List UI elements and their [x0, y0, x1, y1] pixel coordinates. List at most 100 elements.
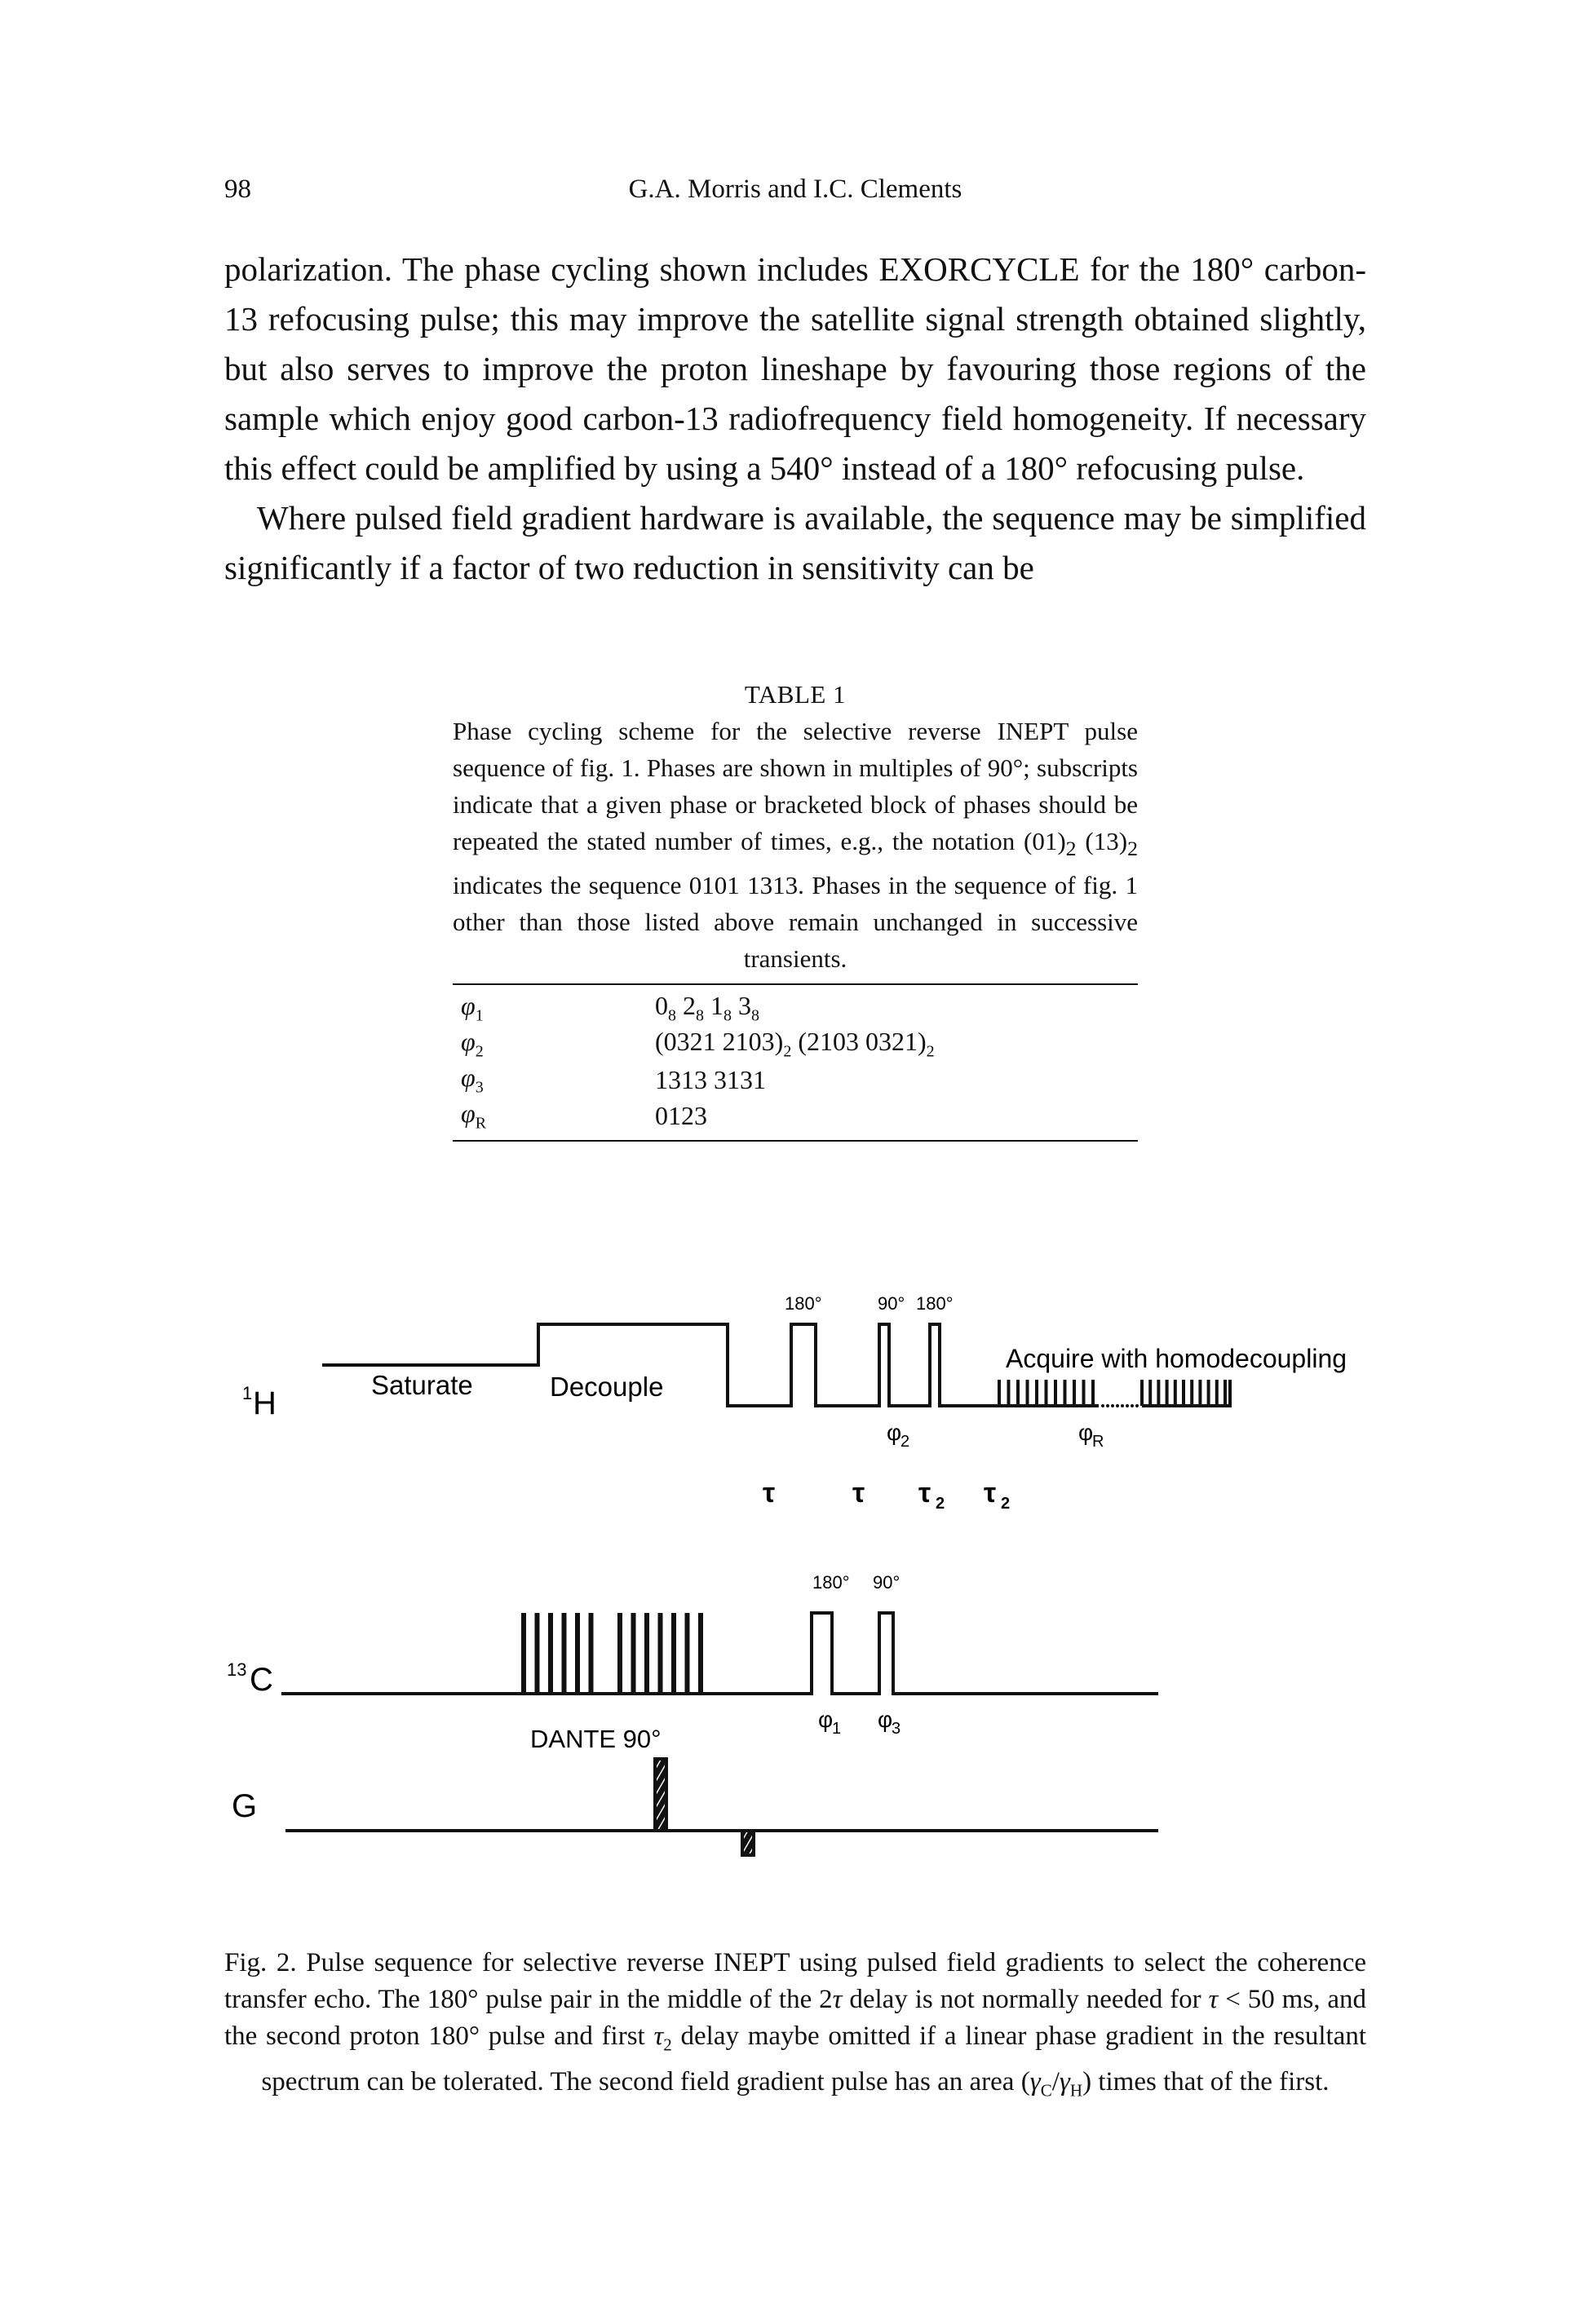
delay-tau-2: τ	[852, 1478, 865, 1509]
phase-values: 08 28 18 38	[655, 990, 935, 1026]
phase-symbol-subscript: 3	[475, 1078, 484, 1097]
phase-symbol-char: φ	[461, 1098, 476, 1128]
phase-table-row: φR 0123	[457, 1098, 935, 1133]
caption-symbol: γ	[1029, 2066, 1041, 2096]
dante-label: DANTE 90°	[530, 1725, 662, 1753]
running-head: 98 G.A. Morris and I.C. Clements	[224, 175, 1366, 215]
gradient-pulse-2	[741, 1829, 755, 1857]
phase-symbol-subscript: 1	[475, 1006, 484, 1025]
phase2-label: φ	[887, 1420, 901, 1445]
phase-value-subscript: 2	[783, 1042, 792, 1061]
delay-tau2-2: τ	[984, 1478, 996, 1509]
gradient-pulse-1	[653, 1757, 668, 1832]
c-pulse-180-label: 180°	[812, 1572, 850, 1593]
gap-dot	[1121, 1404, 1124, 1407]
g-label: G	[232, 1788, 257, 1824]
caption-text: (13)	[1076, 827, 1128, 855]
gap-dot	[1131, 1404, 1134, 1407]
phase-value-text: (2103 0321)	[791, 1026, 927, 1056]
phase-value-subscript: 8	[751, 1006, 759, 1025]
caption-symbol: γ	[1059, 2066, 1070, 2096]
phase-table-row: φ3 1313 3131	[457, 1062, 935, 1098]
table-1: TABLE 1 Phase cycling scheme for the sel…	[453, 677, 1138, 1142]
table-caption: Phase cycling scheme for the selective r…	[453, 713, 1138, 977]
gap-dot	[595, 1692, 599, 1695]
gap-dot	[1126, 1404, 1129, 1407]
dante-pulse-train	[521, 1613, 703, 1694]
phase-table-row: φ2 (0321 2103)2 (2103 0321)2	[457, 1026, 935, 1062]
phase-table-row: φ1 08 28 18 38	[457, 990, 935, 1026]
caption-symbol: τ	[832, 1985, 843, 2014]
phase-symbol-subscript: 2	[475, 1042, 484, 1061]
phase-symbol: φ3	[457, 1062, 655, 1098]
phase-symbol-char: φ	[461, 990, 476, 1020]
acquisition-blips-group-1	[979, 1380, 1099, 1407]
caption-subscript: 2	[1065, 837, 1077, 861]
c-pulse-90-label: 90°	[873, 1572, 900, 1593]
caption-symbol: τ	[653, 2021, 664, 2051]
gap-dot	[610, 1692, 613, 1695]
phase-symbol: φR	[457, 1098, 655, 1133]
phase-value-subscript: 8	[696, 1006, 704, 1025]
phase-value-subscript: 2	[926, 1042, 935, 1061]
c13-waveform	[281, 1611, 1158, 1695]
phase-value-subscript: 8	[668, 1006, 676, 1025]
table-title: TABLE 1	[744, 680, 847, 709]
phaseR-subscript: R	[1092, 1433, 1104, 1451]
h-pulse-180-label: 180°	[785, 1293, 822, 1314]
dotted-gaps	[595, 1404, 1139, 1695]
gap-dot	[605, 1692, 608, 1695]
caption-subscript: C	[1040, 2080, 1052, 2101]
caption-text: ) times that of the first.	[1082, 2066, 1330, 2096]
phase-table: φ1 08 28 18 38 φ2 (0321 2103)2 (2103 0321)2…	[457, 990, 935, 1133]
c13-label: C	[250, 1662, 273, 1698]
caption-text: indicates the sequence 0101 1313. Phases…	[453, 871, 1138, 974]
homodecoupling-blips	[979, 1380, 1232, 1407]
h-pulse-90-label: 90°	[878, 1293, 905, 1314]
saturate-label: Saturate	[371, 1370, 473, 1400]
caption-text: Phase cycling scheme for the selective r…	[453, 717, 1138, 855]
c13-label-superscript: 13	[227, 1659, 246, 1680]
phase-symbol-subscript: R	[475, 1114, 487, 1133]
phase-value-text: (0321 2103)	[655, 1026, 784, 1056]
running-head-authors: G.A. Morris and I.C. Clements	[628, 175, 962, 204]
phase-value-text: 0	[655, 990, 668, 1020]
table-rule-bottom	[453, 1140, 1138, 1142]
gap-dot	[1116, 1404, 1119, 1407]
pulse-sequence-diagram: 1 H 13 C G Saturate Decouple 180° 90° 18…	[220, 1256, 1378, 1912]
caption-subscript: 2	[1127, 837, 1138, 861]
gap-dot	[1101, 1404, 1104, 1407]
pulse-sequence-svg: 1 H 13 C G Saturate Decouple 180° 90° 18…	[227, 1293, 1347, 1857]
gap-dot	[600, 1692, 604, 1695]
phase-value-text: 0123	[655, 1100, 707, 1130]
phase1-label: φ	[818, 1707, 833, 1732]
delay-tau2-1: τ	[918, 1478, 931, 1509]
phase-values: 1313 3131	[655, 1062, 935, 1098]
gap-dot	[1135, 1404, 1139, 1407]
body-paragraph: polarization. The phase cycling shown in…	[224, 250, 1366, 487]
phase-value-text: 1313 3131	[655, 1064, 766, 1094]
phase-value-subscript: 8	[723, 1006, 732, 1025]
figure-caption: Fig. 2. Pulse sequence for selective rev…	[224, 1945, 1366, 2109]
phase3-label: φ	[878, 1707, 892, 1732]
acquire-label: Acquire with homodecoupling	[1006, 1344, 1347, 1373]
caption-text: delay is not normally needed for	[842, 1985, 1209, 2014]
h1-label-superscript: 1	[242, 1383, 252, 1403]
phase-symbol-char: φ	[461, 1062, 476, 1092]
phase3-subscript: 3	[892, 1720, 900, 1738]
phase-value-text: 1	[704, 990, 723, 1020]
body-paragraph: Where pulsed field gradient hardware is …	[224, 499, 1366, 586]
acquisition-blips-group-2	[1140, 1380, 1232, 1407]
caption-subscript: H	[1069, 2080, 1083, 2101]
body-text: polarization. The phase cycling shown in…	[224, 245, 1366, 593]
caption-subscript: 2	[663, 2035, 672, 2055]
phase-value-text: 3	[732, 990, 751, 1020]
h1-label: H	[253, 1385, 277, 1421]
phase-symbol: φ1	[457, 990, 655, 1026]
h-pulse-180b-label: 180°	[916, 1293, 954, 1314]
caption-symbol: τ	[1208, 1985, 1219, 2014]
phase-symbol-char: φ	[461, 1026, 476, 1056]
delay-tau-1: τ	[763, 1478, 775, 1509]
phase1-subscript: 1	[832, 1720, 841, 1738]
decouple-label: Decouple	[550, 1372, 663, 1402]
